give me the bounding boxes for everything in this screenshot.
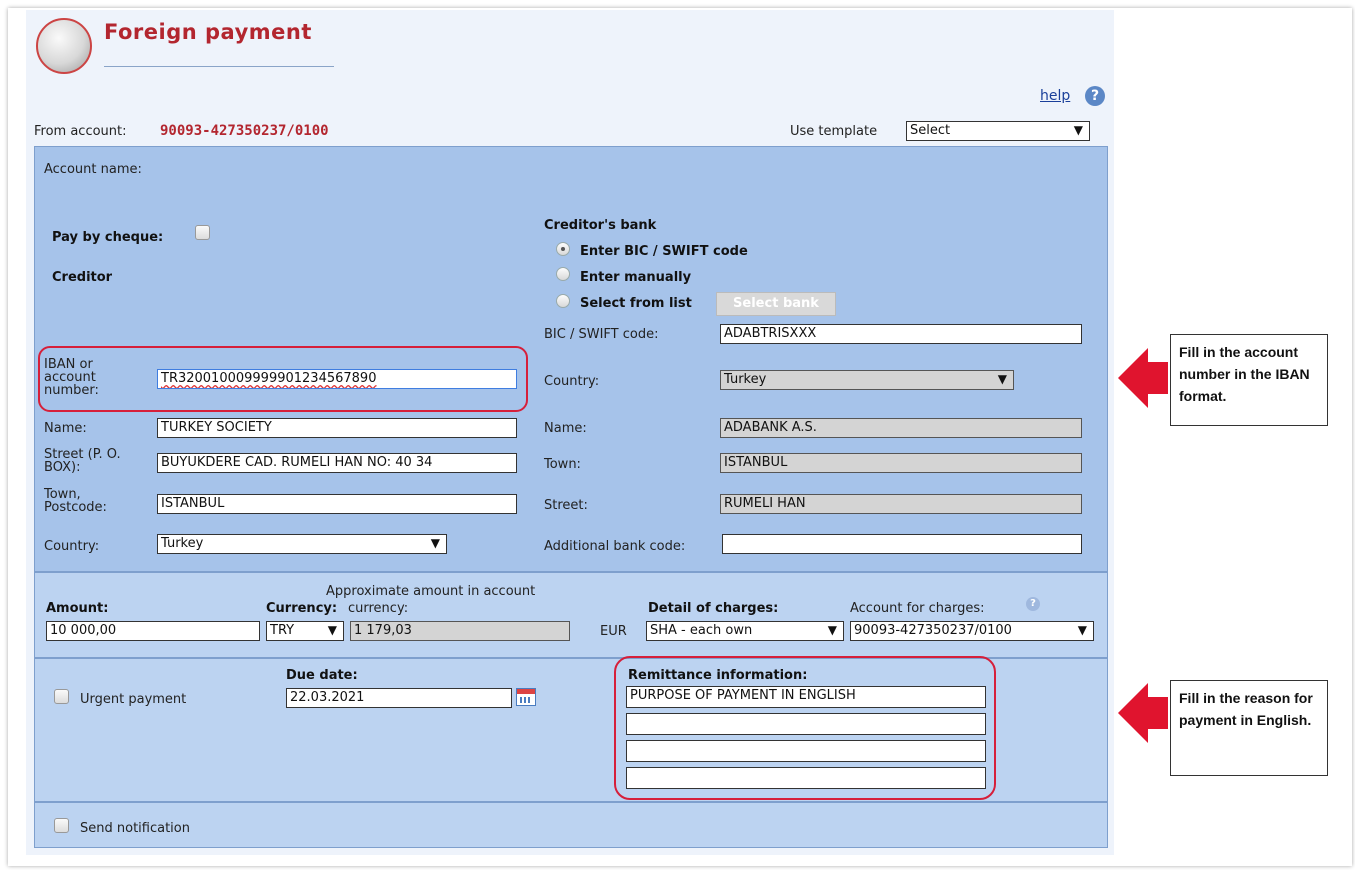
radio-enter-bic[interactable] [556,242,570,256]
approx-label-line1: Approximate amount in account [326,584,536,599]
help-icon[interactable]: ? [1026,597,1040,611]
chevron-down-icon: ▼ [997,372,1007,386]
remittance-callout: Fill in the reason for payment in Englis… [1170,680,1328,776]
arrow-left-icon [1118,683,1148,743]
bank-street-input[interactable]: RUMELI HAN [720,494,1082,514]
radio-enter-bic-label: Enter BIC / SWIFT code [580,244,748,259]
bank-country-value: Turkey [724,372,767,387]
creditor-country-label: Country: [44,539,100,554]
approx-amount-field: 1 179,03 [350,621,570,641]
chevron-down-icon: ▼ [1077,623,1087,637]
chevron-down-icon: ▼ [827,623,837,637]
send-notification-checkbox[interactable] [54,818,69,833]
arrow-body [1146,697,1168,729]
remittance-line-2[interactable] [626,713,986,735]
bank-town-label: Town: [544,457,581,472]
bank-name-label: Name: [544,421,587,436]
template-select-value: Select [910,123,951,138]
arrow-body [1146,362,1168,394]
approx-label-line2: currency: [348,601,409,616]
creditor-country-select[interactable]: Turkey ▼ [157,534,447,554]
currency-value: TRY [270,623,295,638]
charges-label: Detail of charges: [648,601,779,616]
radio-enter-manually-label: Enter manually [580,270,692,285]
pay-by-cheque-label: Pay by cheque: [52,230,164,245]
chevron-down-icon: ▼ [430,536,440,550]
creditor-name-label: Name: [44,421,87,436]
remittance-line-4[interactable] [626,767,986,789]
template-select[interactable]: Select ▼ [906,121,1090,141]
creditor-street-label: Street (P. O. BOX): [44,447,121,475]
urgent-payment-label: Urgent payment [80,692,187,707]
creditor-street-input[interactable]: BUYUKDERE CAD. RUMELI HAN NO: 40 34 [157,453,517,473]
bank-country-select[interactable]: Turkey ▼ [720,370,1014,390]
arrow-left-icon [1118,348,1148,408]
creditor-town-input[interactable]: ISTANBUL [157,494,517,514]
additional-bank-code-input[interactable] [722,534,1082,554]
due-date-input[interactable]: 22.03.2021 [286,688,512,708]
radio-select-from-list-label: Select from list [580,296,692,311]
help-icon[interactable]: ? [1085,86,1105,106]
account-name-label: Account name: [44,162,142,177]
use-template-label: Use template [790,124,878,139]
creditor-town-label: Town, Postcode: [44,487,107,515]
select-bank-button[interactable]: Select bank [716,292,836,316]
bic-input[interactable]: ADABTRISXXX [720,324,1082,344]
pay-by-cheque-checkbox[interactable] [195,225,210,240]
charges-account-value: 90093-427350237/0100 [854,623,1012,638]
chevron-down-icon: ▼ [1073,123,1083,137]
from-account-label: From account: [34,124,127,139]
bank-name-input[interactable]: ADABANK A.S. [720,418,1082,438]
iban-callout: Fill in the account number in the IBAN f… [1170,334,1328,426]
radio-select-from-list[interactable] [556,294,570,308]
due-date-label: Due date: [286,668,358,683]
remittance-line-1[interactable]: PURPOSE OF PAYMENT IN ENGLISH [626,686,986,708]
urgent-payment-checkbox[interactable] [54,689,69,704]
bank-country-label: Country: [544,374,600,389]
remittance-line-3[interactable] [626,740,986,762]
title-underline [104,66,334,67]
currency-select[interactable]: TRY ▼ [266,621,344,641]
creditors-bank-heading: Creditor's bank [544,218,657,233]
chevron-down-icon: ▼ [327,623,337,637]
additional-bank-code-label: Additional bank code: [544,539,686,554]
bank-logo-icon [36,18,92,74]
iban-label: IBAN or account number: [44,357,99,398]
calendar-icon[interactable] [516,688,536,706]
bank-street-label: Street: [544,498,588,513]
charges-account-select[interactable]: 90093-427350237/0100 ▼ [850,621,1094,641]
send-notification-label: Send notification [80,821,190,836]
page-title: Foreign payment [104,20,312,44]
charges-account-label: Account for charges: [850,601,985,616]
amount-input[interactable]: 10 000,00 [46,621,260,641]
remittance-label: Remittance information: [628,668,808,683]
creditor-name-input[interactable]: TURKEY SOCIETY [157,418,517,438]
charges-select[interactable]: SHA - each own ▼ [646,621,844,641]
approx-currency: EUR [600,624,627,639]
iban-input-value: TR320010009999901234567890 [161,371,377,386]
currency-label: Currency: [266,601,338,616]
charges-value: SHA - each own [650,623,753,638]
amount-label: Amount: [46,601,109,616]
creditor-country-value: Turkey [161,536,204,551]
from-account-value: 90093-427350237/0100 [160,123,329,139]
notification-panel [34,802,1108,848]
bank-town-input[interactable]: ISTANBUL [720,453,1082,473]
iban-input[interactable]: TR320010009999901234567890 [157,369,517,389]
help-link[interactable]: help [1040,88,1070,104]
bic-label: BIC / SWIFT code: [544,327,659,342]
creditor-heading: Creditor [52,270,113,285]
radio-enter-manually[interactable] [556,267,570,281]
